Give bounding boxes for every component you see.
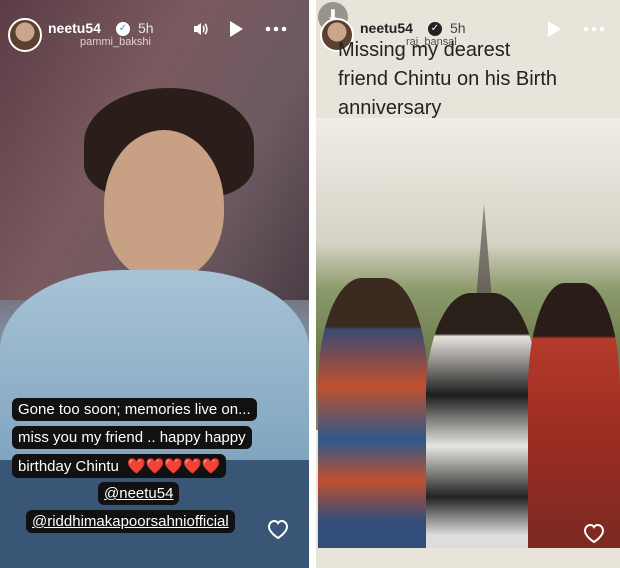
photo-person-3: [528, 283, 620, 548]
red-hearts: ❤️❤️❤️❤️❤️: [127, 458, 221, 475]
mention-tag[interactable]: pammi_bakshi: [80, 36, 151, 48]
caption-line-1: Gone too soon; memories live on...: [12, 398, 257, 421]
play-icon[interactable]: [228, 20, 244, 43]
story-header: neetu54 ✓ 5h pammi_bakshi: [8, 14, 301, 54]
story-text-line-1: Missing my dearest: [338, 39, 511, 61]
username[interactable]: neetu54: [48, 20, 101, 36]
avatar[interactable]: [8, 18, 42, 52]
photo-person-1: [318, 278, 428, 548]
left-story: neetu54 ✓ 5h pammi_bakshi Gone too soon;…: [0, 0, 309, 568]
caption-line-2: miss you my friend .. happy happy: [12, 426, 252, 449]
caption-line-3-text: birthday Chintu: [18, 458, 119, 475]
verified-icon: ✓: [116, 22, 130, 36]
more-icon[interactable]: [264, 20, 288, 43]
caption-line-3: birthday Chintu ❤️❤️❤️❤️❤️: [12, 454, 227, 478]
mention-neetu-text[interactable]: @neetu54: [104, 485, 173, 502]
mention-riddhima[interactable]: @riddhimakapoorsahniofficial: [26, 510, 235, 533]
username-right[interactable]: neetu54: [360, 20, 413, 36]
timestamp: 5h: [138, 20, 154, 36]
story-text: Missing my dearest friend Chintu on his …: [338, 36, 618, 123]
mention-riddhima-text[interactable]: @riddhimakapoorsahniofficial: [32, 513, 229, 530]
heart-icon[interactable]: [266, 518, 289, 540]
timestamp-right: 5h: [450, 20, 466, 36]
photo-face: [104, 130, 224, 280]
story-text-line-3: anniversary: [338, 97, 442, 119]
speaker-icon[interactable]: [192, 20, 210, 43]
mention-neetu[interactable]: @neetu54: [98, 482, 180, 505]
group-photo: [316, 118, 620, 548]
story-text-line-2: friend Chintu on his Birth: [338, 68, 558, 90]
photo-person-2: [426, 293, 538, 548]
heart-icon-right[interactable]: [582, 522, 605, 544]
right-story: ⬇ neetu54 ✓ 5h raj_bansal Missing my dea…: [316, 0, 620, 568]
verified-icon-right: ✓: [428, 22, 442, 36]
